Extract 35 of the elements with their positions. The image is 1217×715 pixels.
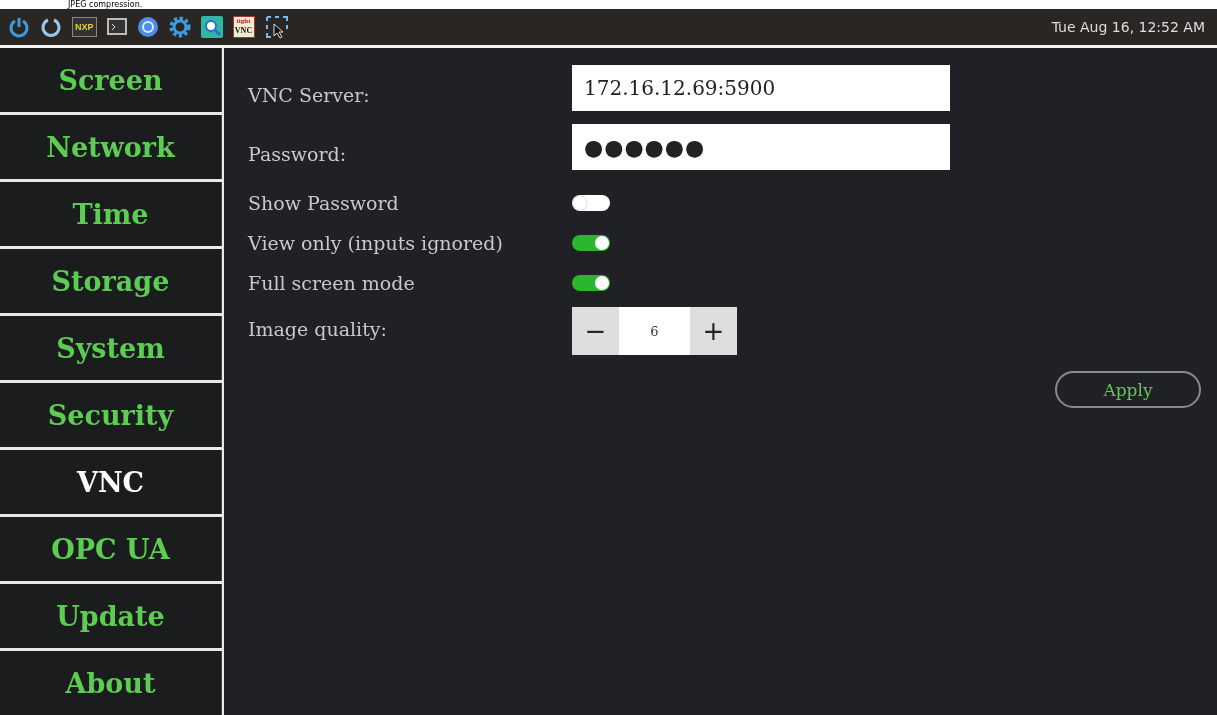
server-input-field[interactable]: 172.16.12.69:5900 (572, 65, 950, 111)
field-label: Show Password (248, 192, 400, 214)
toggle-switch[interactable] (572, 275, 610, 291)
field-label: Password: (248, 142, 348, 165)
search-icon[interactable] (200, 16, 223, 38)
field-label: Full screen mode (248, 272, 416, 294)
sidebar-tab[interactable]: Network (0, 115, 222, 179)
sidebar-tab[interactable]: System (0, 316, 222, 380)
nxp-logo-icon[interactable]: NXP (72, 17, 97, 37)
apply-button[interactable]: Apply (1055, 371, 1201, 408)
power-icon[interactable] (8, 16, 30, 38)
sidebar-tab[interactable]: Screen (0, 48, 222, 112)
sidebar-tab[interactable]: Update (0, 584, 222, 648)
clock-text: Tue Aug 16, 12:52 AM (1051, 19, 1205, 35)
gear-icon[interactable] (168, 16, 191, 38)
sidebar-tab[interactable]: VNC (0, 450, 222, 514)
sidebar-tab[interactable]: About (0, 651, 222, 715)
field-label: Image quality: (248, 318, 388, 340)
caption-text: JPEG compression. (68, 0, 144, 9)
sidebar-tab[interactable]: OPC UA (0, 517, 222, 581)
field-label: VNC Server: (248, 83, 371, 106)
sidebar-tab[interactable]: Time (0, 182, 222, 246)
sidebar-tab[interactable]: Security (0, 383, 222, 447)
toggle-switch[interactable] (572, 235, 610, 251)
screenshot-select-icon[interactable] (264, 15, 289, 39)
password-input-field[interactable]: ●●●●●● (572, 124, 950, 170)
terminal-icon[interactable] (106, 18, 127, 36)
toggle-switch[interactable] (572, 195, 610, 211)
sidebar-tab[interactable]: Storage (0, 249, 222, 313)
increase-button[interactable]: + (690, 307, 737, 355)
decrease-button[interactable]: − (572, 307, 619, 355)
field-label: View only (inputs ignored) (248, 232, 504, 254)
quality-value: 6 (619, 307, 690, 355)
browser-icon[interactable] (136, 16, 159, 38)
restart-icon[interactable] (40, 16, 62, 38)
